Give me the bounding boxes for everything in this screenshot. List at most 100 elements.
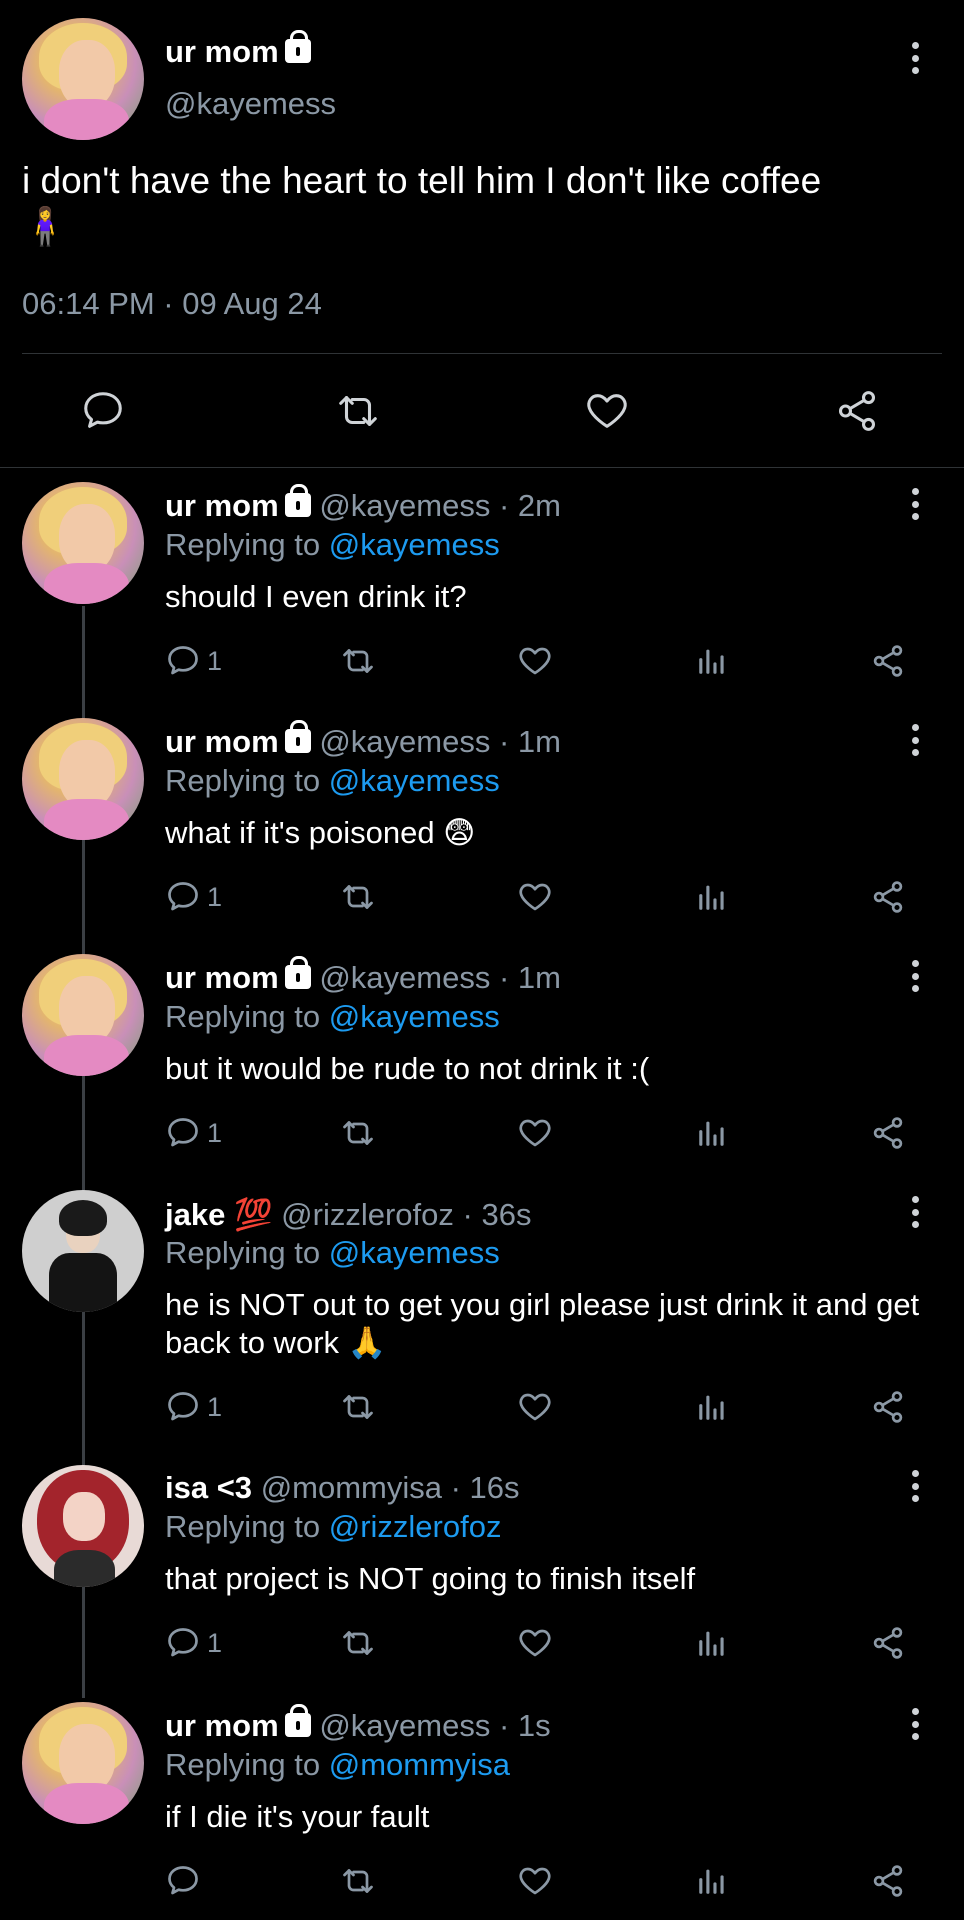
heart-icon	[587, 394, 627, 428]
reply-text: if I die it's your fault	[165, 1799, 430, 1834]
share-button[interactable]	[870, 879, 906, 915]
reply-icon	[84, 392, 122, 428]
reply-avatar[interactable]	[22, 1465, 144, 1587]
retweet-button[interactable]	[338, 1115, 378, 1151]
person-standing-emoji: 🧍‍♀️	[22, 206, 69, 247]
like-button[interactable]	[517, 1625, 553, 1661]
more-icon[interactable]	[911, 1708, 919, 1740]
share-icon	[873, 645, 903, 677]
stats-icon	[699, 885, 724, 910]
stats-button[interactable]	[695, 879, 729, 915]
stats-icon	[699, 649, 724, 674]
reply-avatar[interactable]	[22, 954, 144, 1076]
share-icon	[873, 1627, 903, 1659]
reply-icon	[168, 1392, 198, 1421]
retweet-icon	[343, 885, 373, 909]
lock-icon	[284, 1703, 311, 1737]
reply-avatar[interactable]	[22, 718, 144, 840]
stats-button[interactable]	[695, 1863, 729, 1899]
retweet-icon	[339, 396, 377, 426]
reply-icon	[168, 1866, 198, 1895]
like-button[interactable]	[517, 643, 553, 679]
reply-avatar[interactable]	[22, 482, 144, 604]
author-name[interactable]: ur mom	[165, 29, 311, 70]
share-icon	[838, 391, 876, 431]
more-icon[interactable]	[911, 724, 919, 756]
retweet-button[interactable]	[333, 388, 383, 434]
more-icon[interactable]	[911, 488, 919, 520]
reply-text: what if it's poisoned 😨	[165, 815, 476, 850]
stats-button[interactable]	[695, 1389, 729, 1425]
retweet-icon	[343, 649, 373, 673]
replying-to: Replying to @kayemess	[165, 1235, 500, 1270]
retweet-icon	[343, 1869, 373, 1893]
share-button[interactable]	[870, 1625, 906, 1661]
reply-button[interactable]: 1	[165, 1389, 222, 1425]
more-icon[interactable]	[911, 960, 919, 992]
like-button[interactable]	[517, 1863, 553, 1899]
more-icon[interactable]	[911, 42, 919, 74]
reply-button[interactable]: 1	[165, 643, 222, 679]
reply-avatar[interactable]	[22, 1190, 144, 1312]
divider	[0, 467, 964, 468]
lock-icon	[284, 719, 311, 753]
tweet-timestamp: 06:14 PM · 09 Aug 24	[22, 286, 322, 321]
reply-header: ur mom @kayemess · 1m	[165, 719, 561, 759]
lock-icon	[284, 955, 311, 989]
reply-header: isa <3 @mommyisa · 16s	[165, 1470, 520, 1505]
reply-text: should I even drink it?	[165, 579, 467, 614]
tweet-text: i don't have the heart to tell him I don…	[22, 160, 822, 247]
reply-header: ur mom @kayemess · 2m	[165, 483, 561, 523]
reply-text: he is NOT out to get you girl please jus…	[165, 1287, 920, 1360]
author-avatar[interactable]	[22, 18, 144, 140]
retweet-icon	[343, 1395, 373, 1419]
stats-icon	[699, 1869, 724, 1894]
share-icon	[873, 1865, 903, 1897]
stats-button[interactable]	[695, 1625, 729, 1661]
retweet-icon	[343, 1121, 373, 1145]
share-button[interactable]	[870, 1389, 906, 1425]
heart-icon	[519, 647, 551, 675]
stats-icon	[699, 1631, 724, 1656]
heart-icon	[519, 1393, 551, 1421]
retweet-button[interactable]	[338, 879, 378, 915]
like-button[interactable]	[517, 1389, 553, 1425]
share-icon	[873, 1117, 903, 1149]
share-icon	[873, 1391, 903, 1423]
replying-to: Replying to @kayemess	[165, 527, 500, 562]
reply-button[interactable]: 1	[165, 1115, 222, 1151]
reply-text: but it would be rude to not drink it :(	[165, 1051, 650, 1086]
share-button[interactable]	[870, 1863, 906, 1899]
retweet-button[interactable]	[338, 1863, 378, 1899]
retweet-button[interactable]	[338, 643, 378, 679]
retweet-button[interactable]	[338, 1389, 378, 1425]
replying-to: Replying to @mommyisa	[165, 1747, 511, 1782]
retweet-button[interactable]	[338, 1625, 378, 1661]
reply-header: ur mom @kayemess · 1s	[165, 1703, 551, 1743]
reply-button[interactable]	[80, 388, 126, 434]
share-button[interactable]	[870, 1115, 906, 1151]
divider	[22, 353, 942, 354]
like-button[interactable]	[517, 879, 553, 915]
like-button[interactable]	[584, 388, 630, 434]
like-button[interactable]	[517, 1115, 553, 1151]
stats-button[interactable]	[695, 643, 729, 679]
lock-icon	[284, 483, 311, 517]
stats-icon	[699, 1395, 724, 1420]
heart-icon	[519, 1629, 551, 1657]
reply-button[interactable]: 1	[165, 879, 222, 915]
author-handle[interactable]: @kayemess	[165, 86, 336, 122]
share-button[interactable]	[834, 388, 880, 434]
reply-icon	[168, 646, 198, 675]
stats-button[interactable]	[695, 1115, 729, 1151]
reply-button[interactable]	[165, 1863, 207, 1899]
share-button[interactable]	[870, 643, 906, 679]
retweet-icon	[343, 1631, 373, 1655]
more-icon[interactable]	[911, 1196, 919, 1228]
more-icon[interactable]	[911, 1470, 919, 1502]
heart-icon	[519, 883, 551, 911]
reply-button[interactable]: 1	[165, 1625, 222, 1661]
reply-avatar[interactable]	[22, 1702, 144, 1824]
heart-icon	[519, 1867, 551, 1895]
reply-icon	[168, 882, 198, 911]
